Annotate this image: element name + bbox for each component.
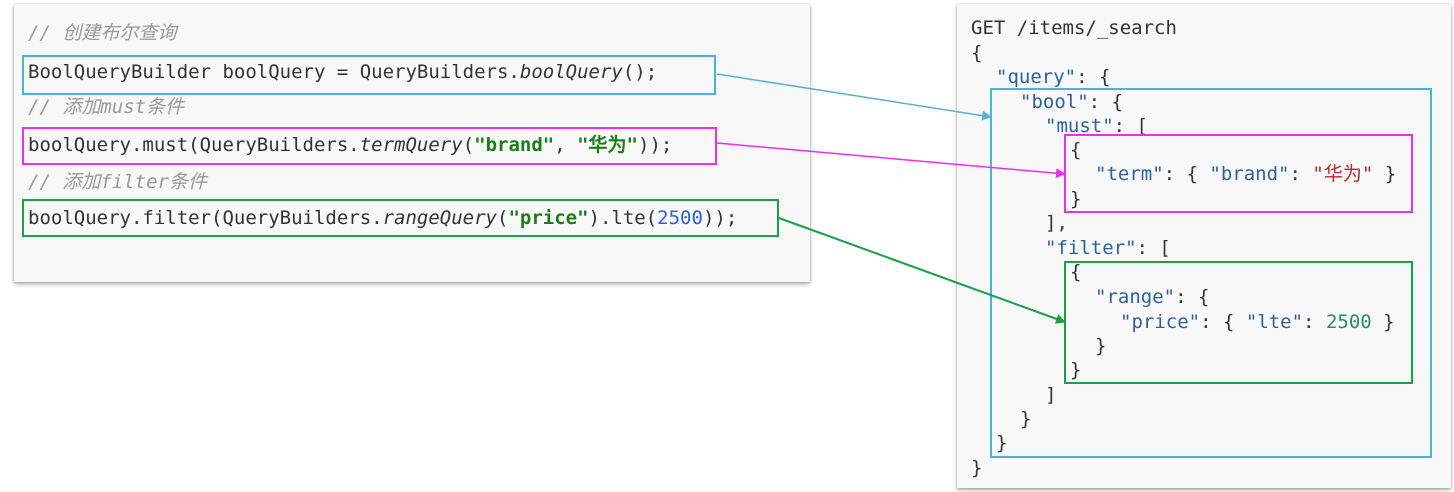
filter-arrow <box>778 217 1066 324</box>
connector-arrows <box>716 73 1066 324</box>
bool-arrow <box>716 73 992 121</box>
must-arrow <box>716 142 1066 179</box>
